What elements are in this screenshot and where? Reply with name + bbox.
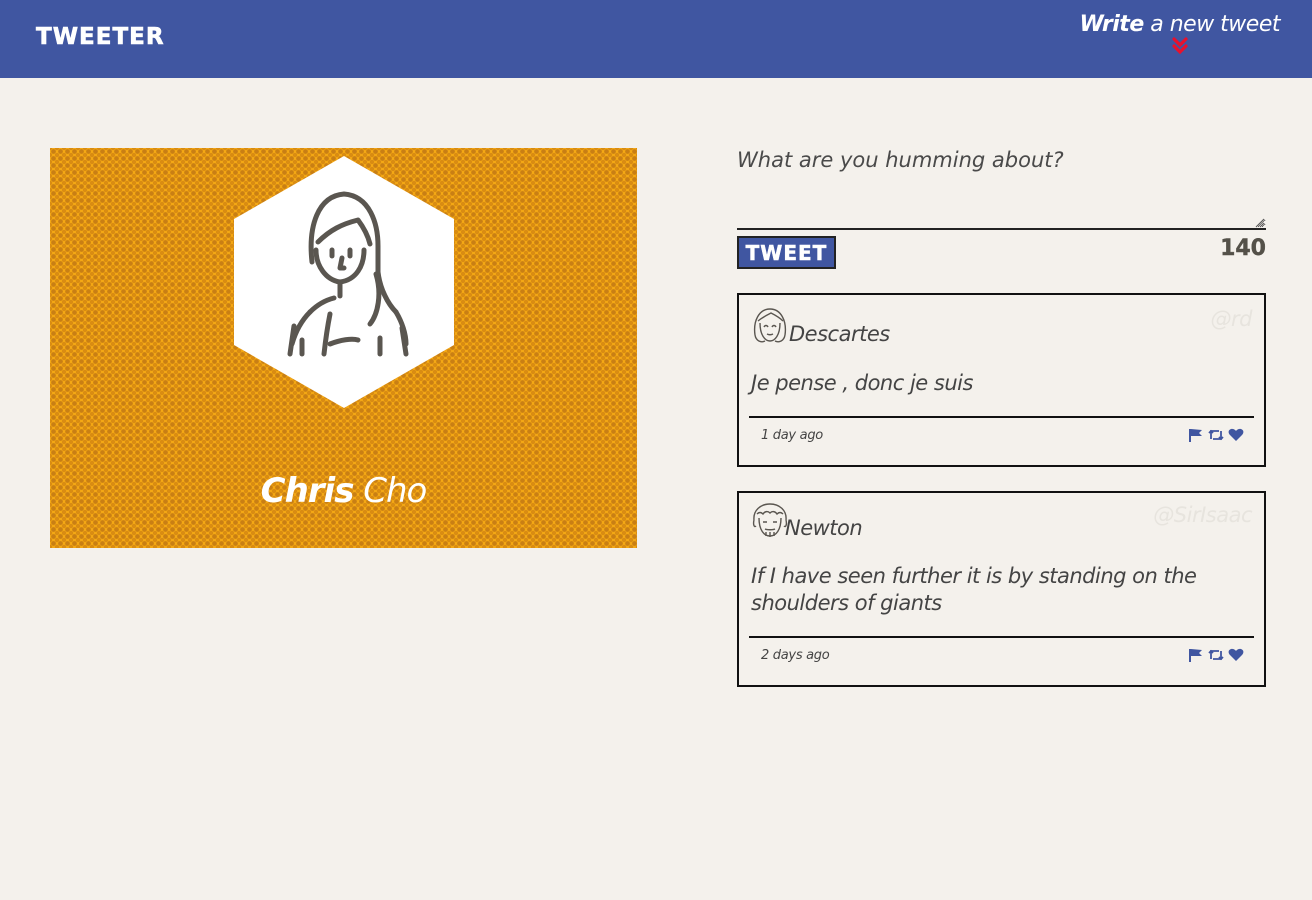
flag-icon[interactable] <box>1188 428 1204 442</box>
tweet-composer-input[interactable] <box>737 148 1266 230</box>
tweet-timestamp: 2 days ago <box>761 648 830 663</box>
tweet-body: Je pense , donc je suis <box>751 371 973 395</box>
tweet-author-handle[interactable]: @SirIsaac <box>1153 503 1252 527</box>
tweet-button[interactable]: Tweet <box>737 236 836 269</box>
newton-avatar-icon <box>752 503 788 537</box>
tweet-timestamp: 1 day ago <box>761 428 823 443</box>
profile-card: Chris Cho <box>50 148 637 548</box>
descartes-avatar-icon <box>753 308 787 343</box>
tweet-card: Newton @SirIsaac If I have seen further … <box>737 491 1266 687</box>
tweet-body: If I have seen further it is by standing… <box>751 564 1197 615</box>
app-logo[interactable]: Tweeter <box>36 24 165 51</box>
tweet-divider <box>749 636 1254 638</box>
tweet-card: Descartes @rd Je pense , donc je suis 1 … <box>737 293 1266 467</box>
tweet-author-name[interactable]: Newton <box>785 516 863 540</box>
retweet-icon[interactable] <box>1208 428 1224 442</box>
top-navigation-bar: Tweeter Write a new tweet <box>0 0 1312 78</box>
double-chevron-down-icon[interactable] <box>1172 37 1188 55</box>
tweet-actions <box>1188 648 1244 662</box>
heart-icon[interactable] <box>1228 648 1244 662</box>
write-new-tweet-toggle[interactable]: Write a new tweet <box>1079 12 1281 55</box>
character-counter: 140 <box>1220 236 1266 261</box>
tweet-actions <box>1188 428 1244 442</box>
tweet-author-handle[interactable]: @rd <box>1211 307 1253 331</box>
tweet-divider <box>749 416 1254 418</box>
resize-grip-icon[interactable] <box>1255 218 1265 228</box>
retweet-icon[interactable] <box>1208 648 1224 662</box>
write-new-tweet-label: Write a new tweet <box>1079 12 1280 37</box>
heart-icon[interactable] <box>1228 428 1244 442</box>
hexagon-avatar-frame <box>234 156 454 408</box>
tweet-author-name[interactable]: Descartes <box>789 322 890 346</box>
flag-icon[interactable] <box>1188 648 1204 662</box>
profile-name: Chris Cho <box>260 471 428 511</box>
